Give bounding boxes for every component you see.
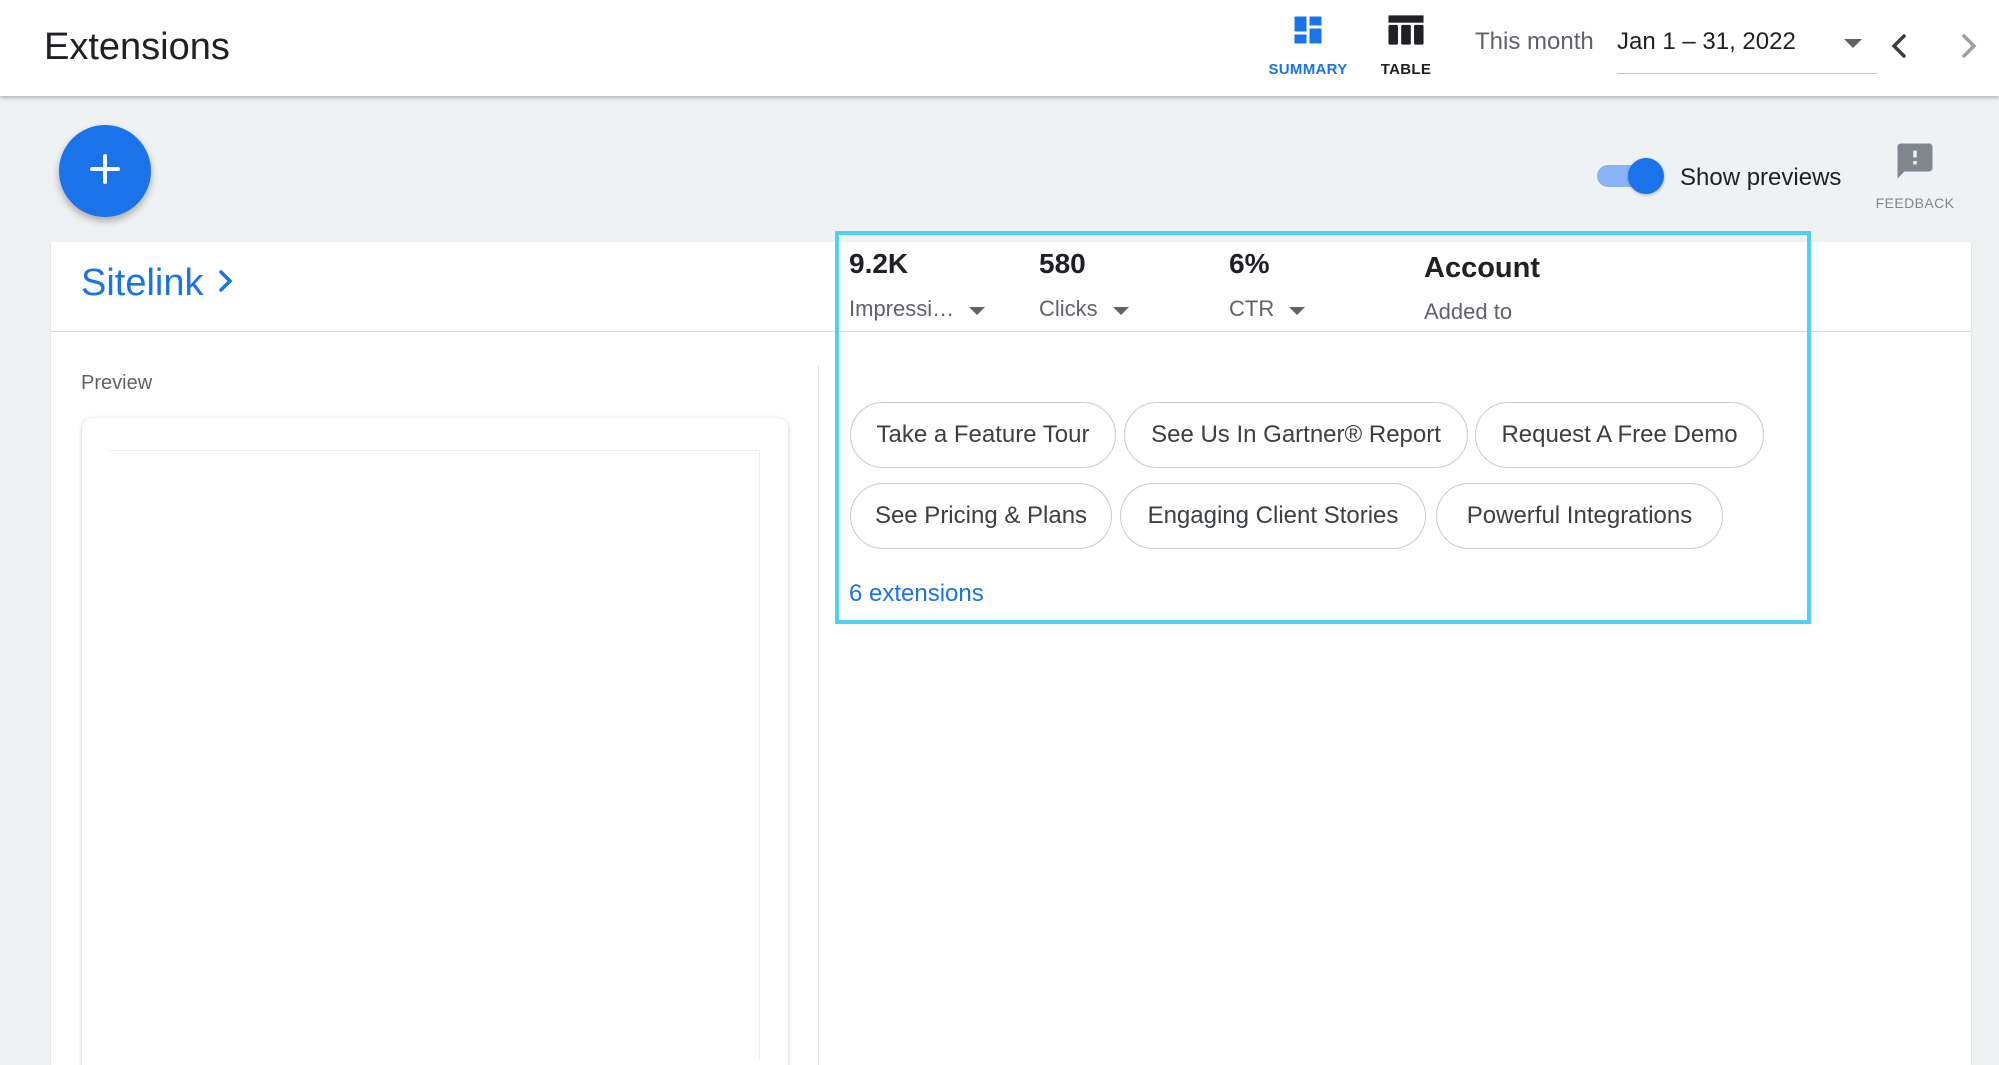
summary-view-label: SUMMARY [1268, 61, 1348, 78]
top-app-bar: Extensions SUMMARY TABLE This month Jan … [0, 0, 1999, 96]
next-period-button[interactable] [1952, 28, 1984, 64]
sitelink-chip[interactable]: Take a Feature Tour [850, 402, 1116, 468]
dropdown-arrow-icon [954, 296, 986, 322]
show-previews-label: Show previews [1680, 164, 1842, 191]
impressions-value: 9.2K [849, 248, 909, 279]
sitelink-chip[interactable]: Powerful Integrations [1436, 483, 1723, 549]
table-view-label: TABLE [1380, 61, 1432, 78]
extensions-count-link[interactable]: 6 extensions [849, 580, 984, 608]
date-range-caption: This month [1475, 28, 1594, 55]
date-range-select[interactable]: Jan 1 – 31, 2022 [1617, 22, 1877, 74]
show-previews-toggle[interactable] [1595, 158, 1667, 194]
impressions-metric-select[interactable]: Impressi… [849, 296, 986, 322]
previous-period-button[interactable] [1884, 28, 1916, 64]
ctr-metric-select[interactable]: CTR [1229, 296, 1306, 322]
sitelink-title-link[interactable]: Sitelink [81, 262, 236, 305]
dropdown-arrow-icon [1843, 37, 1863, 55]
plus-icon [88, 152, 122, 191]
added-to-metric: Account Added to [1424, 248, 1540, 325]
sitelink-title: Sitelink [81, 262, 204, 304]
sitelink-chip[interactable]: See Us In Gartner® Report [1124, 402, 1468, 468]
date-range-value: Jan 1 – 31, 2022 [1617, 28, 1796, 55]
dropdown-arrow-icon [1098, 296, 1130, 322]
sitelink-extension-card: Sitelink 9.2K Impressi… 580 Clicks 6% CT… [51, 242, 1971, 1065]
clicks-label: Clicks [1039, 296, 1098, 321]
table-icon [1387, 12, 1425, 53]
chevron-right-icon [204, 262, 236, 305]
chevron-left-icon [1884, 34, 1916, 68]
vertical-divider [818, 366, 819, 1065]
toggle-thumb [1628, 158, 1664, 194]
added-to-value: Account [1424, 252, 1540, 284]
card-header: Sitelink 9.2K Impressi… 580 Clicks 6% CT… [51, 242, 1971, 332]
clicks-metric: 580 Clicks [1039, 248, 1130, 322]
feedback-label: FEEDBACK [1875, 195, 1955, 211]
ctr-metric: 6% CTR [1229, 248, 1306, 322]
preview-label: Preview [81, 372, 153, 394]
added-to-label: Added to [1424, 299, 1513, 324]
sitelink-chip[interactable]: See Pricing & Plans [850, 483, 1112, 549]
clicks-metric-select[interactable]: Clicks [1039, 296, 1130, 322]
feedback-icon [1894, 140, 1936, 187]
impressions-metric: 9.2K Impressi… [849, 248, 986, 322]
sitelink-chip[interactable]: Request A Free Demo [1475, 402, 1764, 468]
dropdown-arrow-icon [1274, 296, 1306, 322]
chevron-right-icon [1952, 34, 1984, 68]
clicks-value: 580 [1039, 248, 1086, 279]
ad-preview-panel [82, 418, 788, 1065]
add-extension-button[interactable] [59, 125, 151, 217]
summary-view-button[interactable]: SUMMARY [1258, 12, 1358, 84]
sitelink-chip[interactable]: Engaging Client Stories [1120, 483, 1426, 549]
ctr-label: CTR [1229, 296, 1275, 321]
dashboard-icon [1290, 12, 1326, 53]
table-view-button[interactable]: TABLE [1356, 12, 1456, 84]
impressions-label: Impressi… [849, 296, 955, 321]
ad-preview-frame [106, 450, 760, 1060]
ctr-value: 6% [1229, 248, 1270, 279]
page-title: Extensions [44, 26, 230, 68]
feedback-button[interactable]: FEEDBACK [1872, 140, 1958, 212]
